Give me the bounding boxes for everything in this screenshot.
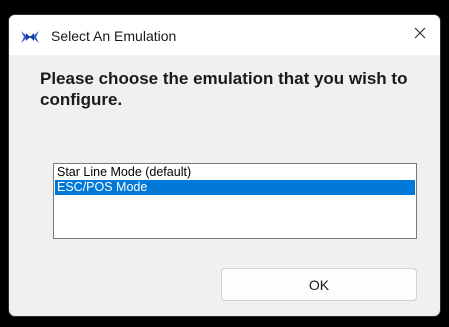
ok-button[interactable]: OK [221,268,417,301]
window-title: Select An Emulation [51,28,177,44]
emulation-listbox[interactable]: Star Line Mode (default) ESC/POS Mode [53,163,417,239]
list-item-esc-pos-mode[interactable]: ESC/POS Mode [55,180,415,195]
close-button[interactable] [400,15,440,55]
instruction-text: Please choose the emulation that you wis… [40,69,408,109]
list-item-star-line-mode[interactable]: Star Line Mode (default) [55,165,415,180]
emulation-dialog: Select An Emulation Please choose the em… [8,14,441,317]
emulation-app-icon [20,29,40,45]
close-icon [414,26,426,44]
title-bar: Select An Emulation [9,15,440,55]
